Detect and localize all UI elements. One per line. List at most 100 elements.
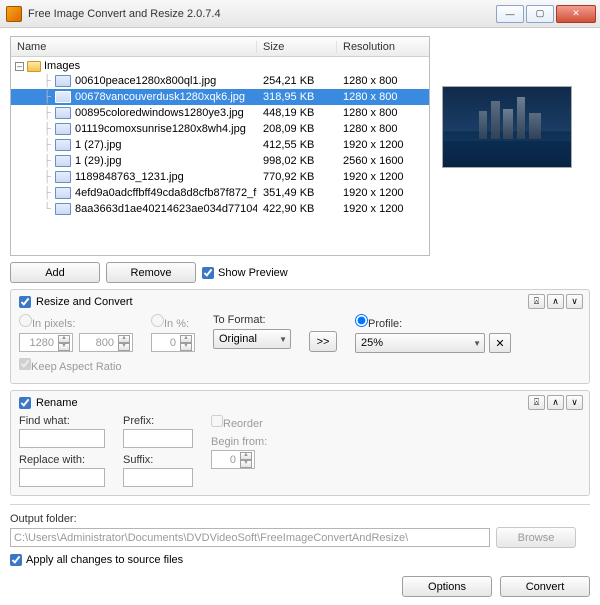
resize-enable-checkbox[interactable]	[19, 296, 31, 308]
file-resolution: 1280 x 800	[337, 91, 397, 103]
file-size: 254,21 KB	[257, 75, 337, 87]
preview-panel	[436, 36, 576, 168]
prefix-input[interactable]	[123, 429, 193, 448]
resize-title: Resize and Convert	[36, 296, 133, 308]
image-file-icon	[55, 203, 71, 215]
show-preview-checkbox[interactable]	[202, 267, 214, 279]
preview-image	[442, 86, 572, 168]
file-name: 4efd9a0adcffbff49cda8d8cfb87f872_full.jp…	[75, 187, 257, 199]
folder-icon	[27, 61, 41, 72]
file-row[interactable]: ├00895coloredwindows1280ye3.jpg448,19 KB…	[11, 105, 429, 121]
rename-enable-checkbox[interactable]	[19, 397, 31, 409]
title-bar: Free Image Convert and Resize 2.0.7.4 — …	[0, 0, 600, 28]
section-collapse-button[interactable]: ∨	[566, 294, 583, 309]
list-headers: Name Size Resolution	[11, 37, 429, 57]
percent-spinner[interactable]: 0▲▼	[151, 333, 195, 352]
height-spinner[interactable]: 800▲▼	[79, 333, 133, 352]
file-resolution: 1280 x 800	[337, 123, 397, 135]
keep-aspect-checkbox[interactable]	[19, 358, 31, 370]
image-file-icon	[55, 155, 71, 167]
file-name: 01119comoxsunrise1280x8wh4.jpg	[75, 123, 257, 135]
apply-all-checkbox[interactable]	[10, 554, 22, 566]
begin-label: Begin from:	[211, 436, 267, 448]
file-row[interactable]: ├00678vancouverdusk1280xqk6.jpg318,95 KB…	[11, 89, 429, 105]
profile-radio[interactable]	[355, 314, 368, 327]
browse-button[interactable]: Browse	[496, 527, 576, 548]
file-row[interactable]: ├1 (27).jpg412,55 KB1920 x 1200	[11, 137, 429, 153]
output-path-input[interactable]	[10, 528, 490, 547]
image-file-icon	[55, 171, 71, 183]
file-resolution: 1280 x 800	[337, 107, 397, 119]
prefix-label: Prefix:	[123, 415, 193, 427]
format-combo[interactable]: Original▼	[213, 329, 291, 349]
section-up-button[interactable]: ⍓	[528, 294, 545, 309]
tree-root[interactable]: – Images	[11, 59, 429, 73]
reorder-checkbox[interactable]	[211, 415, 223, 427]
suffix-input[interactable]	[123, 468, 193, 487]
add-button[interactable]: Add	[10, 262, 100, 283]
file-row[interactable]: ├4efd9a0adcffbff49cda8d8cfb87f872_full.j…	[11, 185, 429, 201]
rename-title: Rename	[36, 397, 78, 409]
section-collapse-button[interactable]: ∨	[566, 395, 583, 410]
file-size: 318,95 KB	[257, 91, 337, 103]
replace-input[interactable]	[19, 468, 105, 487]
file-resolution: 1920 x 1200	[337, 171, 404, 183]
expand-profile-button[interactable]: >>	[309, 331, 337, 352]
col-size[interactable]: Size	[257, 41, 337, 53]
file-size: 412,55 KB	[257, 139, 337, 151]
root-folder-label: Images	[44, 60, 80, 72]
resize-section: Resize and Convert ⍓ ∧ ∨ In pixels: 1280…	[10, 289, 590, 384]
begin-spinner[interactable]: 0▲▼	[211, 450, 255, 469]
image-file-icon	[55, 187, 71, 199]
profile-combo[interactable]: 25%▼	[355, 333, 485, 353]
file-resolution: 2560 x 1600	[337, 155, 404, 167]
col-resolution[interactable]: Resolution	[337, 41, 429, 53]
file-row[interactable]: └8aa3663d1ae40214623ae034d77104a0_full.j…	[11, 201, 429, 217]
image-file-icon	[55, 107, 71, 119]
file-size: 351,49 KB	[257, 187, 337, 199]
rename-section: Rename ⍓ ∧ ∨ Find what: Replace with: Pr…	[10, 390, 590, 496]
file-row[interactable]: ├1 (29).jpg998,02 KB2560 x 1600	[11, 153, 429, 169]
close-button[interactable]: ✕	[556, 5, 596, 23]
file-row[interactable]: ├1189848763_1231.jpg770,92 KB1920 x 1200	[11, 169, 429, 185]
file-size: 770,92 KB	[257, 171, 337, 183]
col-name[interactable]: Name	[11, 41, 257, 53]
remove-button[interactable]: Remove	[106, 262, 196, 283]
maximize-button[interactable]: ▢	[526, 5, 554, 23]
file-name: 8aa3663d1ae40214623ae034d77104a0_full.jp…	[75, 203, 257, 215]
file-size: 998,02 KB	[257, 155, 337, 167]
image-file-icon	[55, 139, 71, 151]
file-size: 208,09 KB	[257, 123, 337, 135]
minimize-button[interactable]: —	[496, 5, 524, 23]
file-size: 448,19 KB	[257, 107, 337, 119]
window-title: Free Image Convert and Resize 2.0.7.4	[28, 8, 496, 20]
tree-collapse-icon[interactable]: –	[15, 62, 24, 71]
file-resolution: 1920 x 1200	[337, 139, 404, 151]
in-percent-radio[interactable]	[151, 314, 164, 327]
section-up-button[interactable]: ⍓	[528, 395, 545, 410]
apply-all-label: Apply all changes to source files	[26, 554, 183, 566]
image-file-icon	[55, 91, 71, 103]
find-label: Find what:	[19, 415, 105, 427]
convert-button[interactable]: Convert	[500, 576, 590, 597]
output-folder-label: Output folder:	[10, 513, 590, 525]
file-resolution: 1280 x 800	[337, 75, 397, 87]
file-list[interactable]: Name Size Resolution – Images ├00610peac…	[10, 36, 430, 256]
file-name: 1 (29).jpg	[75, 155, 257, 167]
file-resolution: 1920 x 1200	[337, 203, 404, 215]
in-pixels-radio[interactable]	[19, 314, 32, 327]
file-name: 1 (27).jpg	[75, 139, 257, 151]
replace-label: Replace with:	[19, 454, 105, 466]
width-spinner[interactable]: 1280▲▼	[19, 333, 73, 352]
section-expand-button[interactable]: ∧	[547, 294, 564, 309]
file-resolution: 1920 x 1200	[337, 187, 404, 199]
file-row[interactable]: ├00610peace1280x800ql1.jpg254,21 KB1280 …	[11, 73, 429, 89]
profile-clear-button[interactable]: ✕	[489, 333, 511, 353]
file-row[interactable]: ├01119comoxsunrise1280x8wh4.jpg208,09 KB…	[11, 121, 429, 137]
section-expand-button[interactable]: ∧	[547, 395, 564, 410]
options-button[interactable]: Options	[402, 576, 492, 597]
show-preview-label: Show Preview	[218, 267, 288, 279]
find-input[interactable]	[19, 429, 105, 448]
app-icon	[6, 6, 22, 22]
suffix-label: Suffix:	[123, 454, 193, 466]
